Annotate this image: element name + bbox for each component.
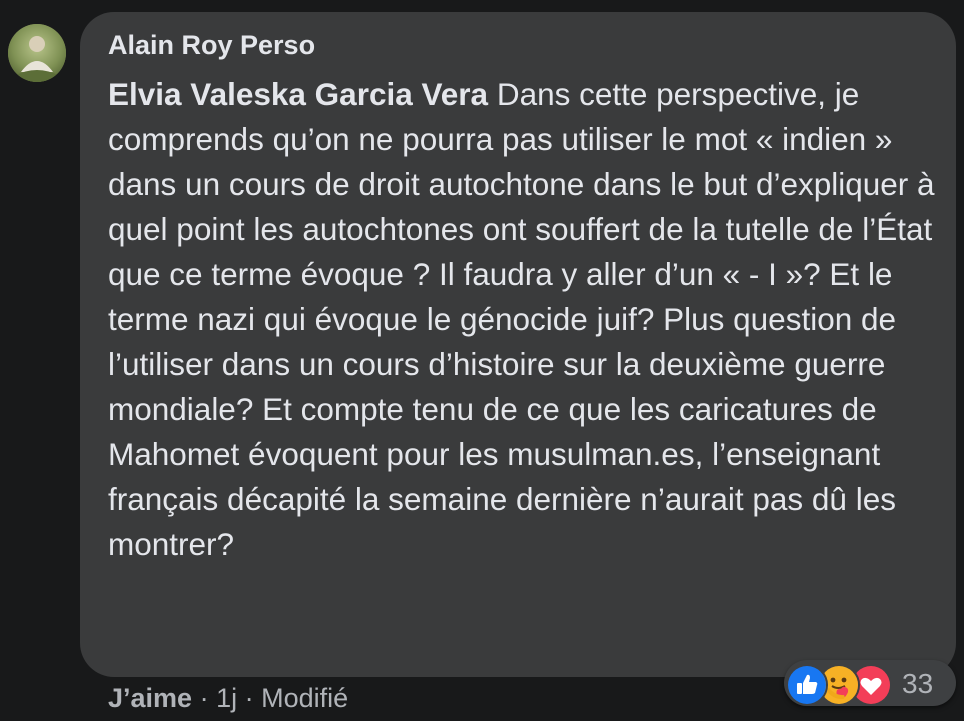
reactions-summary[interactable]: 33 [784,660,956,706]
comment-body: Elvia Valeska Garcia Vera Dans cette per… [108,72,938,567]
edited-label[interactable]: Modifié [261,683,348,713]
comment-thread: Alain Roy Perso Elvia Valeska Garcia Ver… [0,0,964,721]
comment-timestamp[interactable]: 1j [216,683,237,713]
like-icon [786,664,828,706]
reaction-count: 33 [902,668,934,699]
like-button[interactable]: J’aime [108,683,192,713]
comment-text: Dans cette perspective, je comprends qu’… [108,76,935,562]
comment-actions: J’aime · 1j · Modifié [108,683,348,714]
mention-link[interactable]: Elvia Valeska Garcia Vera [108,76,488,112]
avatar-photo [8,24,66,82]
action-separator: · [237,683,262,713]
avatar[interactable] [8,24,66,82]
comment-bubble: Alain Roy Perso Elvia Valeska Garcia Ver… [80,12,956,677]
action-separator: · [192,683,217,713]
comment-author[interactable]: Alain Roy Perso [108,30,315,61]
